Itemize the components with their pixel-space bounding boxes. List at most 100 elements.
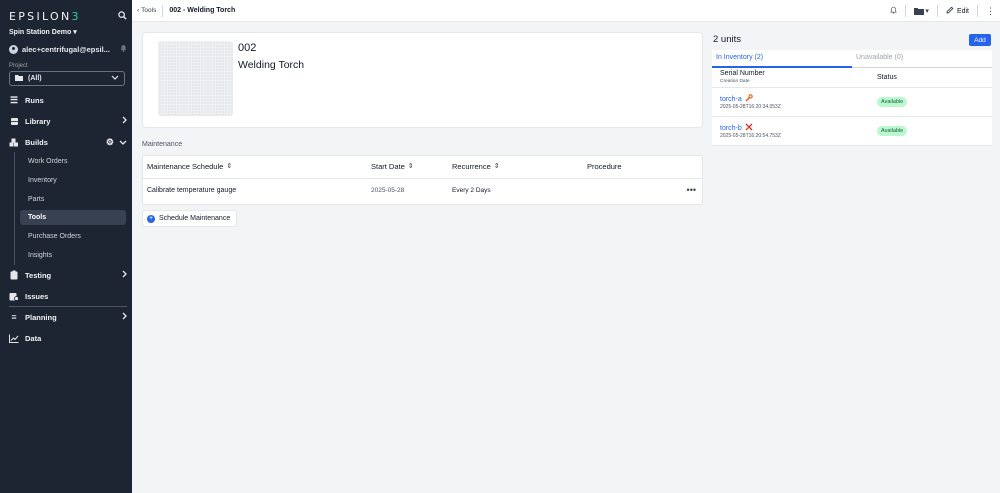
issues-icon bbox=[9, 291, 19, 301]
logo-row: EPSILON3 bbox=[9, 9, 127, 23]
sidebar-item-runs[interactable]: ☰ Runs bbox=[9, 93, 127, 107]
column-header-subtitle: Creation Date bbox=[720, 79, 750, 84]
bell-icon[interactable] bbox=[120, 44, 127, 54]
wrench-icon bbox=[745, 94, 753, 104]
book-icon bbox=[9, 116, 19, 126]
button-label: Schedule Maintenance bbox=[159, 215, 231, 222]
workspace-name: Spin Station Demo bbox=[9, 29, 72, 36]
sidebar-item-label: Testing bbox=[25, 270, 52, 280]
status-badge: Available bbox=[877, 126, 908, 136]
user-menu[interactable]: alec+centrifugal@epsil... bbox=[9, 44, 127, 54]
units-tabs: In Inventory (2) Unavailable (0) bbox=[712, 50, 992, 68]
chevron-down-icon bbox=[119, 138, 127, 147]
tab-in-inventory[interactable]: In Inventory (2) bbox=[716, 54, 763, 61]
maintenance-heading: Maintenance bbox=[142, 141, 183, 148]
avatar bbox=[9, 44, 18, 54]
sidebar-subitem-purchase-orders[interactable]: Purchase Orders bbox=[20, 229, 126, 244]
top-bar: ‹ Tools 002 - Welding Torch ▾ Edit ⋮ bbox=[132, 0, 1000, 22]
project-select[interactable]: (All) bbox=[9, 71, 125, 86]
chevron-right-icon bbox=[122, 270, 127, 280]
creation-date: 2025-05-28T16:20:34.053Z bbox=[720, 104, 781, 110]
column-header-label: Maintenance Schedule bbox=[147, 162, 224, 171]
sort-icon: ⇕ bbox=[407, 163, 414, 170]
submenu-rail bbox=[14, 152, 15, 265]
cell-start-date: 2025-05-28 bbox=[371, 187, 405, 194]
clipboard-icon bbox=[9, 270, 19, 280]
column-header-recurrence[interactable]: Recurrence ⇕ bbox=[452, 162, 500, 171]
divider bbox=[977, 5, 978, 17]
sidebar-item-builds[interactable]: Builds ⚙ bbox=[9, 135, 127, 149]
table-row[interactable]: torch-b 2025-05-28T16:20:54.753Z Availab… bbox=[712, 117, 992, 146]
logo-text: EPSILON bbox=[9, 9, 72, 23]
sidebar-item-label: Runs bbox=[25, 95, 44, 105]
more-horizontal-icon[interactable]: ••• bbox=[687, 185, 696, 195]
tool-name: Welding Torch bbox=[238, 59, 305, 71]
divider bbox=[162, 4, 164, 17]
cell-recurrence: Every 2 Days bbox=[452, 187, 491, 194]
sidebar-item-label: Issues bbox=[25, 291, 49, 301]
sidebar-subitem-tools[interactable]: Tools bbox=[20, 210, 126, 225]
sidebar-item-planning[interactable]: ≡ Planning bbox=[9, 310, 127, 324]
sidebar-item-label: Data bbox=[25, 333, 42, 343]
top-actions: ▾ Edit ⋮ bbox=[890, 4, 995, 18]
serial-number: torch-a bbox=[720, 95, 742, 103]
sidebar-item-library[interactable]: Library bbox=[9, 114, 127, 128]
logo[interactable]: EPSILON3 bbox=[9, 10, 81, 23]
column-header-label: Start Date bbox=[371, 162, 405, 171]
planning-icon: ≡ bbox=[11, 312, 17, 322]
cubes-icon bbox=[9, 137, 19, 147]
tool-number: 002 bbox=[238, 42, 257, 54]
line-chart-icon bbox=[9, 333, 19, 343]
sidebar-item-issues[interactable]: Issues bbox=[9, 289, 127, 303]
column-header-start-date[interactable]: Start Date ⇕ bbox=[371, 162, 414, 171]
gear-icon[interactable]: ⚙ bbox=[106, 137, 114, 148]
bell-icon[interactable] bbox=[890, 6, 898, 16]
sidebar-item-testing[interactable]: Testing bbox=[9, 268, 127, 282]
documents-menu-icon[interactable]: ▾ bbox=[914, 7, 929, 15]
sidebar-item-label: Library bbox=[25, 116, 51, 126]
edit-button[interactable]: Edit bbox=[946, 6, 969, 16]
column-header-procedure: Procedure bbox=[587, 162, 622, 171]
search-icon[interactable] bbox=[118, 10, 127, 22]
project-label: Project bbox=[9, 63, 28, 69]
maintenance-table: Maintenance Schedule ⇕ Start Date ⇕ Recu… bbox=[142, 155, 703, 205]
status-badge: Available bbox=[877, 97, 908, 107]
creation-date: 2025-05-28T16:20:54.753Z bbox=[720, 133, 781, 139]
units-table: Serial Number Creation Date Status torch… bbox=[712, 68, 992, 146]
chevron-right-icon bbox=[122, 116, 127, 126]
sidebar-subitem-label: Insights bbox=[28, 252, 53, 259]
table-row[interactable]: Calibrate temperature gauge 2025-05-28 E… bbox=[143, 179, 702, 204]
tool-summary-card: 002 Welding Torch bbox=[142, 32, 703, 128]
sidebar-subitem-parts[interactable]: Parts bbox=[20, 192, 126, 207]
serial-link[interactable]: torch-b bbox=[720, 123, 753, 133]
column-header-status[interactable]: Status bbox=[877, 74, 897, 81]
tab-unavailable[interactable]: Unavailable (0) bbox=[856, 54, 903, 61]
user-email: alec+centrifugal@epsil... bbox=[22, 44, 110, 54]
units-count-heading: 2 units bbox=[713, 34, 741, 45]
workspace-switcher[interactable]: Spin Station Demo ▾ bbox=[9, 28, 77, 36]
add-unit-button[interactable]: Add bbox=[969, 34, 991, 46]
sort-icon: ⇕ bbox=[493, 163, 500, 170]
sidebar-item-data[interactable]: Data bbox=[9, 331, 127, 345]
cell-schedule: Calibrate temperature gauge bbox=[147, 187, 237, 194]
serial-link[interactable]: torch-a bbox=[720, 94, 753, 104]
column-header-serial[interactable]: Serial Number bbox=[720, 70, 765, 77]
back-link[interactable]: ‹ Tools bbox=[137, 7, 156, 14]
table-row[interactable]: torch-a 2025-05-28T16:20:34.053Z Availab… bbox=[712, 88, 992, 117]
sidebar-subitem-label: Parts bbox=[28, 196, 45, 203]
divider bbox=[9, 306, 127, 307]
tool-image-placeholder[interactable] bbox=[158, 41, 233, 116]
sidebar-subitem-insights[interactable]: Insights bbox=[20, 248, 126, 263]
sidebar-item-label: Planning bbox=[25, 312, 57, 322]
serial-number: torch-b bbox=[720, 124, 742, 132]
logo-accent: 3 bbox=[71, 9, 81, 23]
column-header-schedule[interactable]: Maintenance Schedule ⇕ bbox=[147, 162, 232, 171]
schedule-maintenance-button[interactable]: + Schedule Maintenance bbox=[142, 210, 237, 227]
back-link-label: Tools bbox=[141, 7, 157, 14]
sidebar-item-label: Builds bbox=[25, 137, 48, 147]
sidebar-subitem-inventory[interactable]: Inventory bbox=[20, 173, 126, 188]
sidebar-subitem-work-orders[interactable]: Work Orders bbox=[20, 154, 126, 169]
caret-down-icon: ▾ bbox=[73, 29, 77, 36]
sidebar-subitem-label: Purchase Orders bbox=[28, 233, 81, 240]
more-vertical-icon[interactable]: ⋮ bbox=[986, 6, 995, 16]
